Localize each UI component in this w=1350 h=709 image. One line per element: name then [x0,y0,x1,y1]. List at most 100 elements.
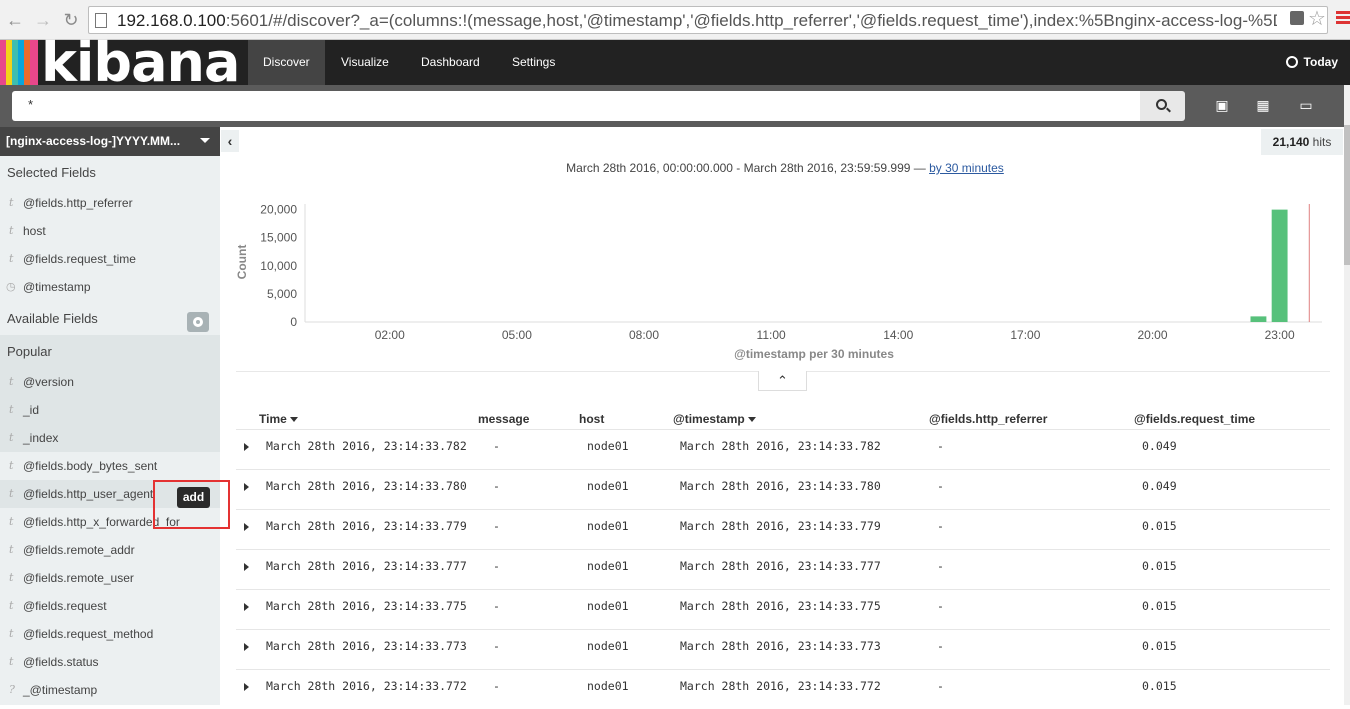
popular-field[interactable]: t _index [0,424,220,452]
field-settings-button[interactable] [187,312,209,332]
search-button[interactable] [1140,91,1185,121]
popular-field[interactable]: t _id [0,396,220,424]
reload-icon[interactable]: ↻ [60,9,82,31]
column-header-referrer[interactable]: @fields.http_referrer [929,412,1047,426]
table-cell: 0.049 [1142,439,1177,453]
index-pattern-label: [nginx-access-log-]YYYY.MM... [6,134,181,148]
table-row[interactable]: March 28th 2016, 23:14:33.782 - node01 Marc… [236,429,1330,469]
field-name: @timestamp [23,280,91,294]
index-pattern-select[interactable]: [nginx-access-log-]YYYY.MM... [0,127,220,156]
table-cell: - [937,559,944,573]
interval-link[interactable]: by 30 minutes [929,161,1004,175]
tab-discover[interactable]: Discover [248,40,325,85]
available-field[interactable]: t @fields.status [0,648,220,676]
available-field[interactable]: t @fields.request_method [0,620,220,648]
string-type-icon: t [9,571,14,584]
sort-desc-icon[interactable] [289,417,298,422]
table-cell: March 28th 2016, 23:14:33.775 [266,599,467,613]
popular-field[interactable]: t @version [0,368,220,396]
x-tick-label: 20:00 [1137,328,1167,342]
column-header-time[interactable]: Time [259,412,298,426]
x-tick-label: 05:00 [502,328,532,342]
available-field[interactable]: t @fields.remote_addr [0,536,220,564]
hits-number: 21,140 [1272,135,1310,149]
forward-icon[interactable]: → [32,9,54,31]
x-tick-label: 23:00 [1265,328,1295,342]
table-row[interactable]: March 28th 2016, 23:14:33.780 - node01 Marc… [236,469,1330,509]
expand-row-icon[interactable] [244,643,249,651]
available-field[interactable]: ? _@timestamp [0,676,220,704]
tab-dashboard[interactable]: Dashboard [406,40,495,85]
clock-icon [1285,56,1298,68]
column-header-request-time[interactable]: @fields.request_time [1134,412,1255,426]
chevron-up-icon: ⌃ [777,373,788,388]
available-field[interactable]: t @fields.request [0,592,220,620]
table-row[interactable]: March 28th 2016, 23:14:33.777 - node01 Marc… [236,549,1330,589]
expand-row-icon[interactable] [244,483,249,491]
table-cell: - [493,679,500,693]
y-tick-label: 20,000 [260,203,297,217]
chart-toggle-button[interactable]: ⌃ [758,371,807,391]
field-name: @fields.status [23,655,99,669]
expand-row-icon[interactable] [244,523,249,531]
table-row[interactable]: March 28th 2016, 23:14:33.773 - node01 Marc… [236,629,1330,669]
available-field[interactable]: t @fields.remote_user [0,564,220,592]
string-type-icon: t [9,515,14,528]
open-search-icon[interactable]: ▭ [1298,97,1314,113]
new-search-icon[interactable]: ▣ [1214,97,1230,113]
time-picker[interactable]: Today [1285,40,1338,85]
table-row[interactable]: March 28th 2016, 23:14:33.779 - node01 Marc… [236,509,1330,549]
table-cell: - [937,479,944,493]
field-sidebar: [nginx-access-log-]YYYY.MM... Selected F… [0,127,230,705]
expand-row-icon[interactable] [244,443,249,451]
column-header-host[interactable]: host [579,412,604,426]
table-row[interactable]: March 28th 2016, 23:14:33.775 - node01 Marc… [236,589,1330,629]
save-search-icon[interactable]: ▦ [1255,97,1271,113]
tab-settings[interactable]: Settings [497,40,570,85]
translate-icon[interactable] [1290,11,1304,25]
expand-row-icon[interactable] [244,683,249,691]
table-cell: - [493,559,500,573]
address-bar[interactable]: 192.168.0.100:5601/#/discover?_a=(column… [88,6,1328,34]
field-name: @fields.request_method [23,627,154,641]
url-path: :5601/#/discover?_a=(columns:!(message,h… [225,11,1277,30]
browser-menu-icon[interactable] [1336,11,1350,27]
table-cell: March 28th 2016, 23:14:33.775 [680,599,881,613]
expand-row-icon[interactable] [244,563,249,571]
table-cell: March 28th 2016, 23:14:33.779 [266,519,467,533]
back-icon[interactable]: ← [4,9,26,31]
table-cell: node01 [587,519,629,533]
column-header-message[interactable]: message [478,412,529,426]
table-cell: March 28th 2016, 23:14:33.773 [266,639,467,653]
kibana-logo[interactable]: kibana [0,34,240,92]
string-type-icon: t [9,403,14,416]
bookmark-star-icon[interactable]: ☆ [1308,6,1326,31]
page-scrollbar[interactable] [1344,85,1350,705]
sort-desc-icon[interactable] [747,417,756,422]
clock-icon: ◷ [6,280,16,293]
collapse-sidebar-button[interactable]: ‹ [221,130,239,152]
table-row[interactable]: March 28th 2016, 23:14:33.772 - node01 Marc… [236,669,1330,709]
url-host: 192.168.0.100 [117,11,226,30]
selected-field[interactable]: ◷ @timestamp [0,273,220,301]
expand-row-icon[interactable] [244,603,249,611]
kibana-navbar: kibana Discover Visualize Dashboard Sett… [0,34,1350,92]
table-cell: - [937,439,944,453]
column-header-timestamp[interactable]: @timestamp [673,412,756,426]
table-cell: node01 [587,439,629,453]
table-cell: March 28th 2016, 23:14:33.772 [266,679,467,693]
y-tick-label: 15,000 [260,231,297,245]
table-cell: - [937,519,944,533]
selected-field[interactable]: t host [0,217,220,245]
highlight-annotation [153,480,230,529]
url-text[interactable]: 192.168.0.100:5601/#/discover?_a=(column… [117,11,1277,31]
available-field[interactable]: t @fields.body_bytes_sent [0,452,220,480]
field-name: @fields.http_referrer [23,196,133,210]
selected-field[interactable]: t @fields.request_time [0,245,220,273]
search-input[interactable]: * [12,91,1140,121]
scrollbar-thumb[interactable] [1344,125,1350,265]
time-range-text: March 28th 2016, 00:00:00.000 - March 28… [566,161,930,175]
tab-visualize[interactable]: Visualize [326,40,404,85]
string-type-icon: t [9,252,14,265]
selected-field[interactable]: t @fields.http_referrer [0,189,220,217]
